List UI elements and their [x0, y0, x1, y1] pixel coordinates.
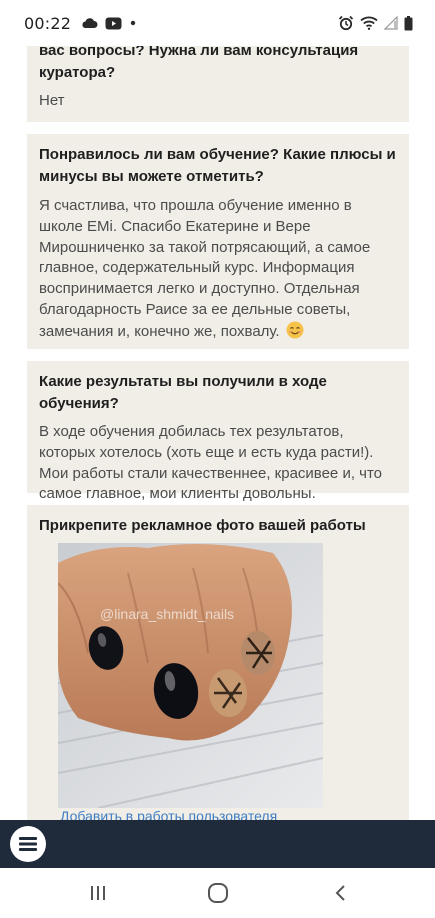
hamburger-menu-icon — [19, 837, 37, 851]
answer-feedback-text: Я счастлива, что прошла обучение именно … — [39, 197, 371, 340]
photo-watermark: @linara_shmidt_nails — [100, 606, 234, 622]
answer-card-feedback: Понравилось ли вам обучение? Какие плюсы… — [27, 134, 409, 349]
hamburger-menu-button[interactable] — [10, 826, 46, 862]
home-button[interactable] — [206, 881, 230, 905]
alarm-icon — [338, 15, 354, 31]
form-answers-content[interactable]: вас вопросы? Нужна ли вам консультация к… — [0, 46, 435, 820]
dot-icon — [130, 20, 136, 26]
nail-photo-image: @linara_shmidt_nails — [58, 543, 323, 808]
back-icon — [335, 885, 345, 901]
nail-work-photo[interactable]: @linara_shmidt_nails — [58, 543, 323, 808]
cloud-icon — [82, 18, 98, 28]
answer-results: В ходе обучения добилась тех результатов… — [39, 423, 383, 503]
youtube-icon — [105, 17, 122, 29]
answer-card-consultation: вас вопросы? Нужна ли вам консультация к… — [27, 46, 409, 122]
question-feedback: Понравилось ли вам обучение? Какие плюсы… — [39, 146, 396, 185]
back-button[interactable] — [329, 881, 353, 905]
recent-apps-button[interactable] — [86, 881, 110, 905]
recent-apps-icon — [91, 886, 105, 900]
question-photo: Прикрепите рекламное фото вашей работы — [39, 517, 366, 534]
status-time: 00:22 — [24, 13, 72, 33]
status-bar: 00:22 — [0, 0, 435, 46]
signal-icon — [384, 16, 398, 30]
question-results: Какие результаты вы получили в ходе обуч… — [39, 373, 327, 412]
smiling-face-emoji — [286, 321, 304, 339]
system-navigation-bar — [0, 868, 435, 918]
answer-card-results: Какие результаты вы получили в ходе обуч… — [27, 361, 409, 502]
battery-icon — [404, 15, 413, 30]
home-icon — [208, 883, 228, 903]
question-consultation: вас вопросы? Нужна ли вам консультация к… — [39, 46, 359, 81]
add-to-user-works-link[interactable]: Добавить в работы пользователя — [60, 808, 277, 820]
answer-feedback: Я счастлива, что прошла обучение именно … — [39, 196, 397, 343]
answer-card-photo: Прикрепите рекламное фото вашей работы @… — [27, 505, 409, 820]
bottom-app-bar — [0, 820, 435, 868]
wifi-icon — [360, 16, 378, 30]
answer-consultation: Нет — [39, 92, 65, 109]
